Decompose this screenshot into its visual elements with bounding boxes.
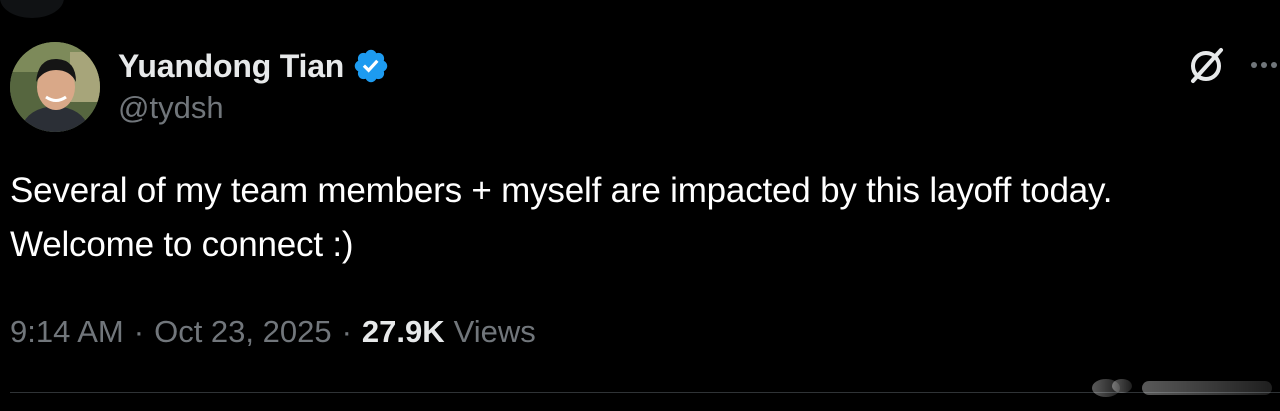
views-count: 27.9K: [361, 314, 445, 349]
verified-badge-icon[interactable]: [352, 47, 390, 85]
tweet-text-line: Welcome to connect :): [10, 225, 354, 264]
author-name-row: Yuandong Tian: [118, 44, 390, 88]
tweet-text: Several of my team members + myself are …: [10, 164, 1272, 272]
tweet-date[interactable]: Oct 23, 2025: [154, 314, 332, 350]
author-display-name[interactable]: Yuandong Tian: [118, 44, 344, 88]
previous-item-edge: [0, 0, 64, 18]
avatar[interactable]: [10, 42, 100, 132]
meta-separator: ·: [341, 314, 352, 349]
more-horizontal-icon[interactable]: [1248, 50, 1280, 80]
views-label: Views: [453, 314, 536, 349]
tweet-time[interactable]: 9:14 AM: [10, 314, 124, 350]
tweet-text-line: Several of my team members + myself are …: [10, 171, 1113, 210]
tweet-meta: 9:14 AM · Oct 23, 2025 · 27.9K Views: [10, 310, 536, 354]
author-handle[interactable]: @tydsh: [118, 88, 224, 128]
avatar-photo: [10, 42, 100, 132]
watermark-logo: [1092, 379, 1272, 397]
meta-separator: ·: [133, 314, 145, 349]
grok-icon[interactable]: [1184, 44, 1228, 88]
